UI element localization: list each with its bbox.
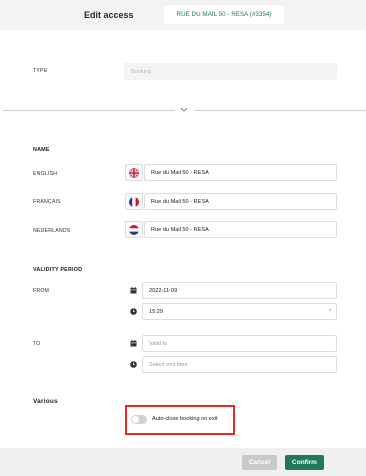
divider-left (3, 110, 175, 111)
type-label: TYPE (33, 68, 48, 74)
divider-right (194, 110, 366, 111)
clock-icon (125, 356, 141, 373)
chevron-down-icon[interactable] (180, 107, 188, 114)
french-name-input[interactable]: Rue du Mail 50 - RESA (144, 193, 337, 210)
france-flag-icon (129, 196, 139, 207)
nederlands-label: NEDERLANDS (33, 228, 71, 234)
uk-flag-icon (129, 167, 139, 178)
clear-time-icon[interactable]: × (328, 308, 332, 314)
name-section-title: NAME (33, 147, 50, 153)
from-label: FROM (33, 288, 50, 294)
from-date-input[interactable]: 2022-11-09 (142, 282, 337, 299)
to-date-input[interactable]: Valid to (142, 335, 337, 352)
francais-label: FRANÇAIS (33, 199, 61, 205)
calendar-icon (125, 335, 141, 352)
various-section-title: Various (33, 398, 58, 405)
english-name-input[interactable]: Rue du Mail 50 - RESA (144, 164, 337, 181)
to-date-placeholder: Valid to (149, 340, 168, 347)
cancel-button[interactable]: Cancel (242, 455, 277, 470)
type-field: Booking (124, 63, 337, 80)
english-flag-box (125, 164, 143, 181)
english-label: ENGLISH (33, 171, 58, 177)
to-time-input[interactable]: Select end time (142, 356, 337, 373)
page-title: Edit access (84, 10, 134, 20)
from-time-value: 15:29 (149, 308, 163, 315)
toggle-knob (132, 416, 139, 423)
french-flag-box (125, 193, 143, 210)
validity-section-title: VALIDITY PERIOD (33, 267, 83, 273)
access-code-badge: RUE DU MAIL 50 - RESA (#3354) (164, 5, 284, 24)
from-time-input[interactable]: 15:29 × (142, 303, 337, 320)
auto-close-label: Auto-close booking on exit (152, 416, 218, 422)
auto-close-toggle[interactable] (131, 415, 147, 424)
to-time-placeholder: Select end time (149, 361, 188, 368)
dutch-flag-box (125, 221, 143, 238)
confirm-button[interactable]: Confirm (285, 455, 324, 470)
dutch-name-input[interactable]: Rue du Mail 50 - RESA (144, 221, 337, 238)
edit-access-form (0, 30, 366, 448)
netherlands-flag-icon (129, 224, 139, 235)
calendar-icon (125, 282, 141, 299)
to-label: TO (33, 341, 41, 347)
clock-icon (125, 303, 141, 320)
header: Edit access RUE DU MAIL 50 - RESA (#3354… (0, 0, 366, 30)
